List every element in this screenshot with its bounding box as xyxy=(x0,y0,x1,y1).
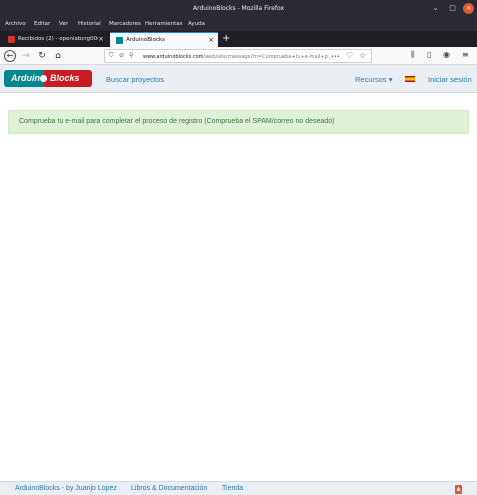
search-projects-link[interactable]: Buscar proyectos xyxy=(106,75,164,84)
menu-bar: Archivo Editar Ver Historial Marcadores … xyxy=(0,17,477,31)
spain-flag-icon[interactable] xyxy=(405,76,415,82)
close-window-button[interactable]: × xyxy=(463,3,474,14)
library-icon[interactable]: ⫼ xyxy=(411,50,415,60)
window-title: ArduinoBlocks - Mozilla Firefox xyxy=(193,5,284,12)
maximize-button[interactable]: □ xyxy=(447,3,458,14)
url-domain: www.arduinoblocks.com xyxy=(143,53,204,60)
footer-store-link[interactable]: Tienda xyxy=(222,485,243,492)
tab-label: ArduinoBlocks xyxy=(126,37,166,43)
url-path: /web/site/message?m=Comprueba+tu+e-mail+… xyxy=(203,53,333,60)
tab-bar: Recibidos (2) - openlabcrg00@gma × Ardui… xyxy=(0,31,477,47)
close-tab-icon[interactable]: × xyxy=(98,35,104,43)
menu-editar[interactable]: Editar xyxy=(34,21,50,27)
footer-docs-link[interactable]: Libros & Documentación xyxy=(131,485,207,492)
minimize-button[interactable]: ⌄ xyxy=(430,3,441,14)
login-link[interactable]: Iniciar sesión xyxy=(428,75,472,84)
menu-ver[interactable]: Ver xyxy=(59,21,68,27)
forward-button[interactable]: → xyxy=(20,50,32,62)
menu-herramientas[interactable]: Herramientas xyxy=(145,21,182,27)
gmail-icon xyxy=(8,36,15,43)
tab-arduinoblocks[interactable]: ArduinoBlocks × xyxy=(110,32,218,47)
logo-plug-icon xyxy=(40,75,47,82)
url-text[interactable]: www.arduinoblocks.com/web/site/message?m… xyxy=(143,54,333,60)
site-navbar: Arduino Blocks Buscar proyectos Recursos… xyxy=(0,65,477,93)
hamburger-menu-icon[interactable]: ≡ xyxy=(462,50,469,59)
reload-button[interactable]: ↻ xyxy=(36,50,48,62)
site-footer: ArduinoBlocks - by Juanjo Lopez Libros &… xyxy=(0,481,477,495)
tab-label: Recibidos (2) - openlabcrg00@gma xyxy=(18,36,98,42)
tab-gmail[interactable]: Recibidos (2) - openlabcrg00@gma × xyxy=(2,32,108,47)
sidebar-icon[interactable]: ▯ xyxy=(427,50,431,59)
close-tab-icon[interactable]: × xyxy=(208,36,214,44)
insecure-lock-icon[interactable]: ⊘ xyxy=(119,52,124,59)
footer-credit-link[interactable]: ArduinoBlocks - by Juanjo Lopez xyxy=(15,485,117,492)
url-bar[interactable]: ⛉ ⊘ ⚲ www.arduinoblocks.com/web/site/mes… xyxy=(104,49,372,63)
back-button[interactable]: ← xyxy=(4,50,16,62)
account-icon[interactable]: ◉ xyxy=(443,50,450,59)
navigation-toolbar: ← → ↻ ⌂ ⛉ ⊘ ⚲ www.arduinoblocks.com/web/… xyxy=(0,47,477,65)
home-button[interactable]: ⌂ xyxy=(52,50,64,62)
bookmark-star-icon[interactable]: ☆ xyxy=(359,51,366,60)
window-titlebar: ArduinoBlocks - Mozilla Firefox ⌄ □ × xyxy=(0,0,477,17)
page-actions-icon[interactable]: ••• xyxy=(331,54,340,60)
logo-blocks-text: Blocks xyxy=(44,70,92,87)
pocket-icon[interactable]: ♡ xyxy=(346,51,353,60)
new-tab-button[interactable]: + xyxy=(222,33,230,44)
arduinoblocks-icon xyxy=(116,37,123,44)
resources-dropdown[interactable]: Recursos ▾ xyxy=(355,75,393,84)
menu-marcadores[interactable]: Marcadores xyxy=(109,21,141,27)
menu-historial[interactable]: Historial xyxy=(78,21,101,27)
arduinoblocks-logo[interactable]: Arduino Blocks xyxy=(4,70,92,87)
feedback-badge-icon[interactable]: ▲ xyxy=(455,485,462,494)
shield-icon[interactable]: ⛉ xyxy=(109,52,114,60)
registration-alert: Comprueba tu e-mail para completar el pr… xyxy=(8,110,469,134)
menu-ayuda[interactable]: Ayuda xyxy=(188,21,205,27)
permissions-icon[interactable]: ⚲ xyxy=(129,52,133,59)
menu-archivo[interactable]: Archivo xyxy=(5,21,26,27)
